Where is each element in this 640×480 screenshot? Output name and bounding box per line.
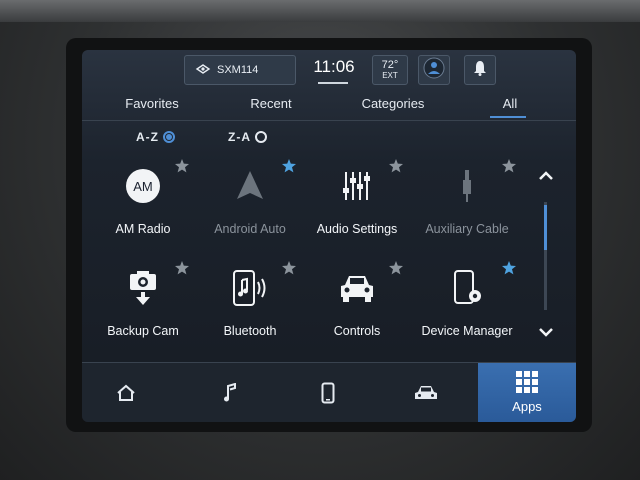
bluetooth-phone-icon [230,268,270,308]
app-auxiliary-cable[interactable]: Auxiliary Cable [412,166,522,256]
driver-profile-icon [423,57,445,84]
nav-media-button[interactable] [186,363,274,422]
tab-recent[interactable]: Recent [238,96,304,111]
app-bluetooth[interactable]: Bluetooth [195,268,305,358]
app-label: Bluetooth [223,324,277,338]
scroll-up-chevron-icon[interactable] [538,170,554,182]
nav-apps-label: Apps [512,399,542,414]
app-label: Backup Cam [107,324,179,338]
tabs-divider [82,120,576,121]
active-tab-indicator [490,116,526,118]
driver-profile-button[interactable] [418,55,450,85]
aux-cable-icon [447,166,487,206]
bottom-navigation: Apps [82,362,576,422]
nav-vehicle-button[interactable] [382,363,470,422]
tab-favorites[interactable]: Favorites [114,96,190,111]
phone-icon [321,382,335,404]
sort-za-radio[interactable] [255,131,267,143]
status-bar: SXM114 11:06 72° EXT [82,50,576,90]
sort-za-option[interactable]: Z-A [228,130,267,144]
sort-az-label: A-Z [136,130,159,144]
app-label: Android Auto [214,222,286,236]
notifications-button[interactable] [464,55,496,85]
temperature-value: 72° [381,59,399,71]
app-label: Auxiliary Cable [425,222,509,236]
nav-apps-button[interactable]: Apps [478,363,576,422]
temperature-unit: EXT [382,71,398,80]
radio-station-button[interactable]: SXM114 [184,55,296,85]
scrollbar-thumb[interactable] [544,205,547,250]
bell-icon [473,60,487,81]
clock-underline [318,82,348,84]
vehicle-controls-icon [337,268,377,308]
tab-all[interactable]: All [492,96,528,111]
music-icon [224,383,236,402]
favorite-star-icon[interactable] [389,261,403,275]
android-auto-icon [230,166,270,206]
vehicle-icon [415,386,437,399]
audio-settings-icon [337,166,377,206]
favorite-star-icon[interactable] [389,159,403,173]
radio-station-label: SXM114 [217,64,259,76]
app-label: AM Radio [115,222,171,236]
favorite-star-icon[interactable] [175,159,189,173]
sort-az-radio[interactable] [163,131,175,143]
sort-za-label: Z-A [228,130,251,144]
tab-categories[interactable]: Categories [350,96,436,111]
nav-phone-button[interactable] [284,363,372,422]
apps-grid-icon [516,371,538,393]
nav-home-button[interactable] [82,363,170,422]
home-icon [117,384,135,401]
app-label: Device Manager [421,324,513,338]
outside-temperature: 72° EXT [372,55,408,85]
favorite-star-active-icon[interactable] [282,159,296,173]
favorite-star-icon[interactable] [175,261,189,275]
device-manager-icon [447,268,487,308]
satellite-radio-icon [195,62,211,79]
scroll-down-chevron-icon[interactable] [538,326,554,338]
app-backup-cam[interactable]: Backup Cam [88,268,198,358]
favorite-star-active-icon[interactable] [502,261,516,275]
app-controls[interactable]: Controls [302,268,412,358]
app-android-auto[interactable]: Android Auto [195,166,305,256]
app-audio-settings[interactable]: Audio Settings [302,166,412,256]
infotainment-screen: SXM114 11:06 72° EXT Favorites Recent Ca… [82,50,576,422]
app-am-radio[interactable]: AM AM Radio [88,166,198,256]
am-radio-icon: AM [123,166,163,206]
sort-az-option[interactable]: A-Z [136,130,175,144]
favorite-star-icon[interactable] [282,261,296,275]
am-badge-text: AM [133,179,153,194]
app-label: Controls [333,324,381,338]
favorite-star-icon[interactable] [502,159,516,173]
app-device-manager[interactable]: Device Manager [412,268,522,358]
dashboard-trim [0,0,640,22]
app-label: Audio Settings [316,222,398,236]
backup-cam-icon [123,268,163,308]
